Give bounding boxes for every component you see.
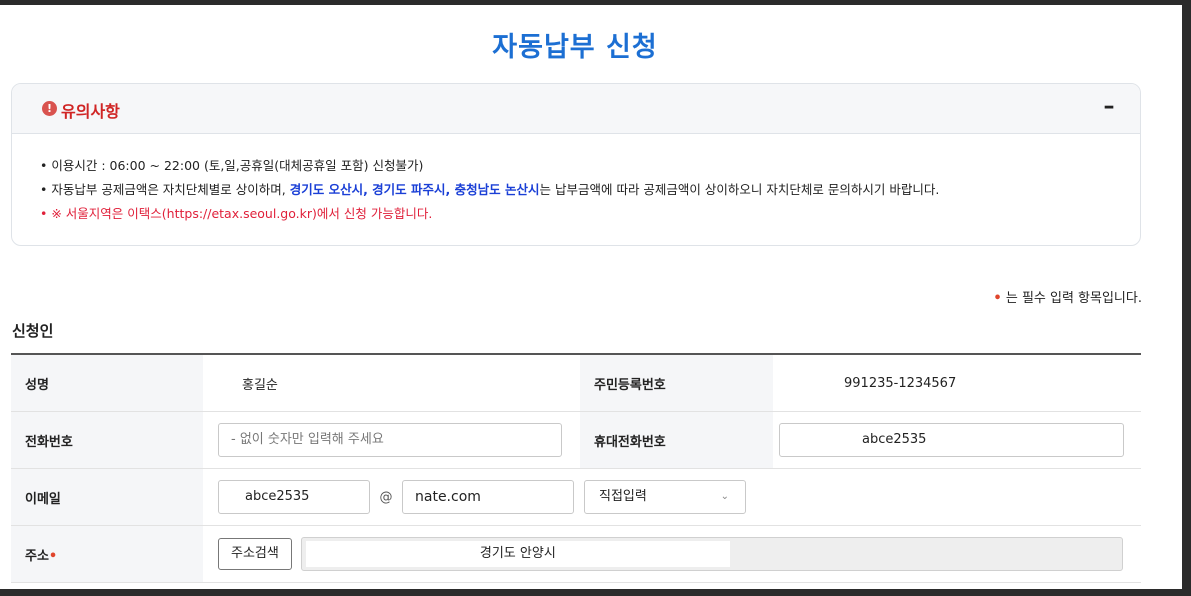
email-id-input[interactable]: abce2535 — [218, 480, 370, 514]
address-value: 경기도 안양시 — [305, 541, 730, 567]
section-title: 신청인 — [12, 322, 54, 340]
notice-body: 이용시간 : 06:00 ~ 22:00 (토,일,공휴일(대체공휴일 포함) … — [12, 134, 1140, 226]
email-at: @ — [379, 489, 393, 505]
phone-label: 전화번호 — [11, 411, 203, 469]
email-domain-input[interactable]: nate.com — [402, 480, 574, 514]
address-group: 주소검색 경기도 안양시 — [218, 537, 1140, 571]
address-search-button[interactable]: 주소검색 — [218, 538, 292, 570]
required-dot: • — [993, 291, 1002, 306]
collapse-button[interactable]: – — [1098, 96, 1120, 118]
applicant-form: 성명 홍길순 주민등록번호 991235-1234567 전화번호 - 없이 숫… — [11, 353, 1141, 583]
notice-line-deduction: 자동납부 공제금액은 자치단체별로 상이하며, 경기도 오산시, 경기도 파주시… — [40, 178, 1140, 202]
email-group: abce2535 @ nate.com 직접입력 ⌄ — [218, 480, 1140, 514]
email-select-value: 직접입력 — [599, 489, 647, 504]
phone-cell: - 없이 숫자만 입력해 주세요 — [203, 411, 580, 469]
chevron-down-icon: ⌄ — [720, 491, 729, 502]
form-row-email: 이메일 abce2535 @ nate.com 직접입력 ⌄ — [11, 468, 1141, 526]
rrn-value: 991235-1234567 — [844, 375, 957, 391]
name-value: 홍길순 — [242, 377, 278, 393]
notice-line-deduction-highlight: 경기도 오산시, 경기도 파주시, 충청남도 논산시 — [289, 182, 540, 197]
rrn-cell: 991235-1234567 — [773, 354, 1141, 412]
page: 자동납부 신청 ! 유의사항 – 이용시간 : 06:00 ~ 22:00 (토… — [0, 0, 1182, 589]
required-note-text: 는 필수 입력 항목입니다. — [1005, 291, 1142, 306]
mobile-input[interactable]: abce2535 — [779, 423, 1124, 457]
email-label: 이메일 — [11, 468, 203, 526]
alert-icon: ! — [42, 101, 57, 116]
name-label: 성명 — [11, 354, 203, 412]
notice-panel: ! 유의사항 – 이용시간 : 06:00 ~ 22:00 (토,일,공휴일(대… — [11, 83, 1141, 246]
form-row-name: 성명 홍길순 주민등록번호 991235-1234567 — [11, 354, 1141, 412]
address-label: 주소 — [25, 548, 49, 564]
mobile-cell: abce2535 — [773, 411, 1141, 469]
notice-line-deduction-post: 는 납부금액에 따라 공제금액이 상이하오니 자치단체로 문의하시기 바랍니다. — [539, 182, 940, 197]
notice-line-deduction-pre: 자동납부 공제금액은 자치단체별로 상이하며, — [51, 182, 290, 197]
name-cell: 홍길순 — [203, 354, 580, 412]
notice-header[interactable]: ! 유의사항 – — [12, 84, 1140, 134]
email-cell: abce2535 @ nate.com 직접입력 ⌄ — [203, 468, 1141, 526]
notice-title: 유의사항 — [61, 102, 120, 121]
address-label-cell: 주소• — [11, 525, 203, 583]
address-cell: 주소검색 경기도 안양시 — [203, 525, 1141, 583]
notice-line-hours: 이용시간 : 06:00 ~ 22:00 (토,일,공휴일(대체공휴일 포함) … — [40, 154, 1140, 178]
required-note: • 는 필수 입력 항목입니다. — [993, 287, 1142, 306]
page-title: 자동납부 신청 — [492, 32, 658, 63]
email-domain-select[interactable]: 직접입력 ⌄ — [584, 480, 746, 514]
address-field[interactable]: 경기도 안양시 — [300, 537, 1123, 571]
form-row-phone: 전화번호 - 없이 숫자만 입력해 주세요 휴대전화번호 abce2535 — [11, 411, 1141, 469]
address-required-dot: • — [48, 548, 58, 564]
notice-line-seoul: ※ 서울지역은 이택스(https://etax.seoul.go.kr)에서 … — [40, 202, 1140, 226]
rrn-label: 주민등록번호 — [580, 354, 773, 412]
form-row-address: 주소• 주소검색 경기도 안양시 — [11, 525, 1141, 583]
phone-input[interactable]: - 없이 숫자만 입력해 주세요 — [218, 423, 562, 457]
mobile-label: 휴대전화번호 — [580, 411, 773, 469]
